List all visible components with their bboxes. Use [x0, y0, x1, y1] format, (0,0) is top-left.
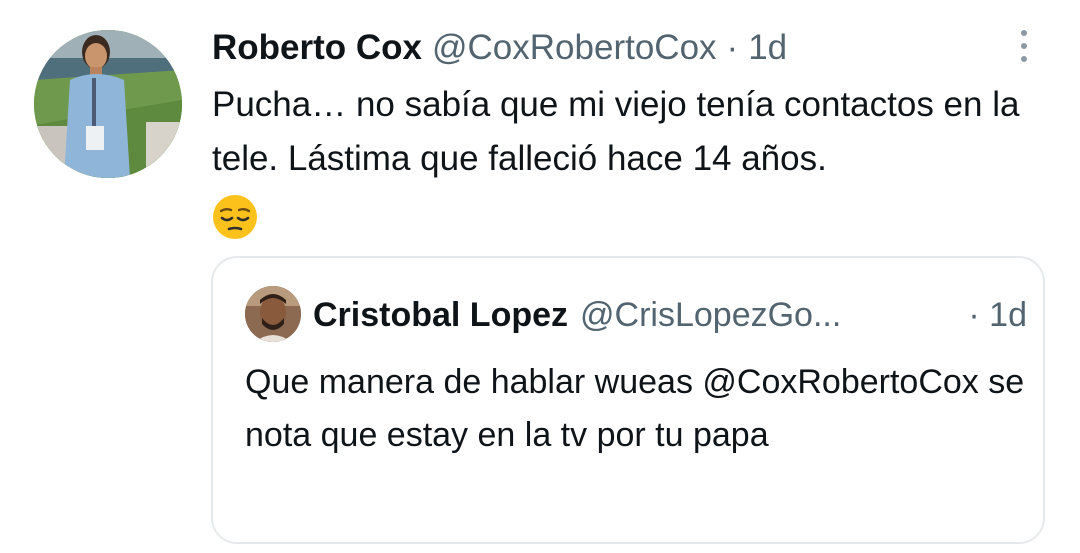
author-display-name[interactable]: Roberto Cox — [212, 22, 422, 74]
vertical-ellipsis-icon — [1021, 56, 1027, 62]
tweet-header: Roberto Cox @CoxRobertoCox · 1d — [212, 22, 787, 74]
tweet-text: Pucha… no sabía que mi viejo tenía conta… — [212, 85, 1020, 178]
quoted-tweet-header: Cristobal Lopez @CrisLopezGo... · 1d — [313, 290, 1027, 340]
quoted-author-avatar-photo — [245, 286, 301, 342]
quoted-author-handle[interactable]: @CrisLopezGo... — [580, 290, 880, 340]
vertical-ellipsis-icon — [1021, 30, 1027, 36]
author-avatar[interactable] — [34, 30, 182, 178]
quoted-tweet-text: Que manera de hablar wueas @CoxRobertoCo… — [245, 363, 1025, 454]
quoted-tweet-card[interactable]: Cristobal Lopez @CrisLopezGo... · 1d Que… — [211, 256, 1045, 544]
author-avatar-photo — [34, 30, 182, 178]
more-options-button[interactable] — [1008, 24, 1040, 68]
quoted-author-avatar[interactable] — [245, 286, 301, 342]
author-handle[interactable]: @CoxRobertoCox — [432, 22, 717, 74]
tweet-timestamp[interactable]: 1d — [748, 22, 787, 74]
quoted-author-display-name[interactable]: Cristobal Lopez — [313, 290, 568, 340]
pensive-face-emoji-icon — [212, 194, 258, 240]
tweet-body: Pucha… no sabía que mi viejo tenía conta… — [212, 78, 1052, 240]
header-separator: · — [726, 28, 739, 67]
vertical-ellipsis-icon — [1021, 43, 1027, 49]
quoted-tweet-timestamp[interactable]: · 1d — [968, 290, 1027, 340]
